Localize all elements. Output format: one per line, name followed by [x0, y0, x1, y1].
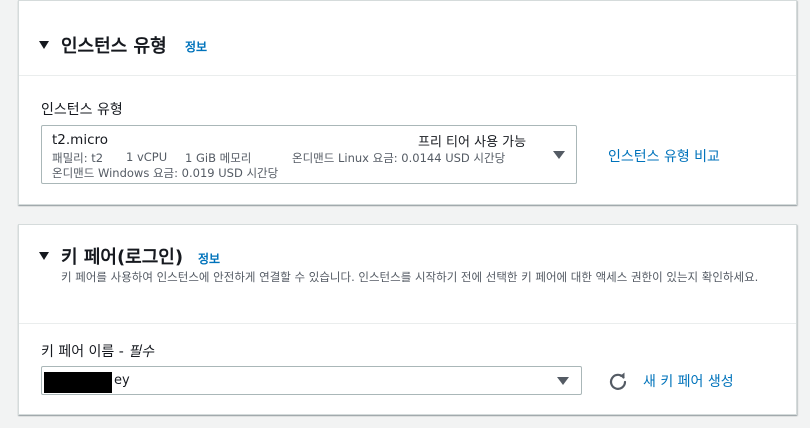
- key-pair-description: 키 페어를 사용하여 인스턴스에 안전하게 연결할 수 있습니다. 인스턴스를 …: [61, 270, 759, 284]
- windows-price: 온디맨드 Windows 요금: 0.019 USD 시간당: [52, 166, 279, 180]
- instance-type-panel: 인스턴스 유형 정보 인스턴스 유형 t2.micro 프리 티어 사용 가능 …: [18, 0, 797, 205]
- instance-type-header: 인스턴스 유형 정보: [19, 1, 796, 76]
- instance-type-name: t2.micro: [52, 132, 109, 148]
- key-pair-name-label: 키 페어 이름 - 필수: [41, 341, 154, 361]
- instance-type-info-link[interactable]: 정보: [185, 38, 207, 55]
- key-pair-select[interactable]: ey: [41, 366, 582, 395]
- required-label: 필수: [128, 344, 155, 360]
- instance-type-title[interactable]: 인스턴스 유형: [61, 32, 167, 58]
- instance-family: 패밀리: t2: [52, 151, 104, 165]
- create-key-pair-link[interactable]: 새 키 페어 생성: [643, 371, 734, 391]
- redacted-key-name: [44, 372, 112, 393]
- free-tier-tag: 프리 티어 사용 가능: [418, 135, 527, 150]
- collapse-caret-icon[interactable]: [39, 41, 49, 49]
- key-pair-header: 키 페어(로그인) 정보 키 페어를 사용하여 인스턴스에 안전하게 연결할 수…: [19, 225, 796, 324]
- key-pair-selected-value: ey: [114, 373, 130, 388]
- key-pair-panel: 키 페어(로그인) 정보 키 페어를 사용하여 인스턴스에 안전하게 연결할 수…: [18, 224, 797, 415]
- instance-memory: 1 GiB 메모리: [185, 151, 252, 165]
- instance-type-field-label: 인스턴스 유형: [41, 102, 123, 118]
- key-pair-title[interactable]: 키 페어(로그인): [61, 243, 183, 269]
- key-pair-info-link[interactable]: 정보: [198, 250, 220, 267]
- key-pair-name-label-text: 키 페어 이름 -: [41, 344, 129, 360]
- refresh-icon[interactable]: [608, 371, 628, 391]
- caret-down-icon: [553, 151, 565, 159]
- instance-vcpu: 1 vCPU: [126, 150, 168, 164]
- collapse-caret-icon[interactable]: [39, 252, 49, 260]
- linux-price: 온디맨드 Linux 요금: 0.0144 USD 시간당: [292, 151, 506, 165]
- compare-instance-types-link[interactable]: 인스턴스 유형 비교: [608, 146, 720, 166]
- instance-type-select[interactable]: t2.micro 프리 티어 사용 가능 패밀리: t2 1 vCPU 1 Gi…: [41, 125, 577, 184]
- caret-down-icon: [557, 377, 569, 385]
